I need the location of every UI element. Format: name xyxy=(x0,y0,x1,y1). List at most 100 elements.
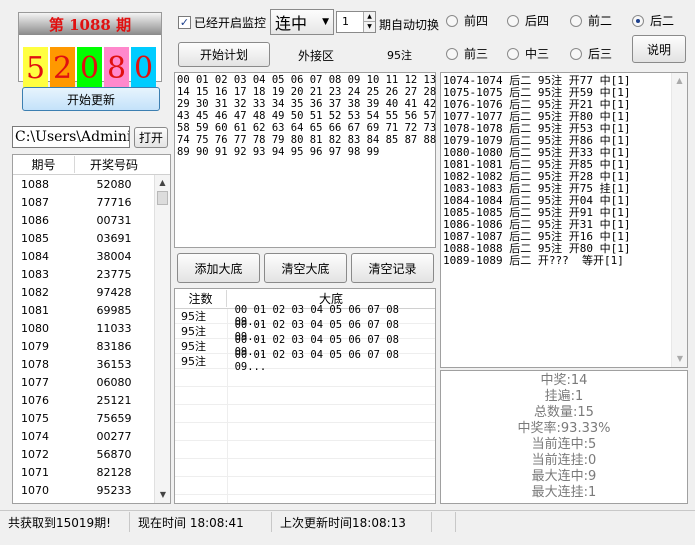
radio-option[interactable]: 后二 xyxy=(632,12,674,29)
monitor-label: 已经开启监控 xyxy=(194,16,267,30)
history-row[interactable]: 1086 00731 xyxy=(13,211,170,229)
status-last-update: 上次更新时间18:08:13 xyxy=(272,512,432,532)
numbers-line: 89 90 91 92 93 94 95 96 97 98 99 xyxy=(177,146,380,158)
base-rows: 95注 00 01 02 03 04 05 06 07 08 09... 95注 00… xyxy=(175,304,435,503)
history-row[interactable]: 1085 03691 xyxy=(13,229,170,247)
radio-unchecked-icon[interactable] xyxy=(507,14,519,27)
history-row[interactable]: 1082 97428 xyxy=(13,283,170,301)
history-row[interactable]: 1078 36153 xyxy=(13,355,170,373)
history-row[interactable]: 1088 52080 xyxy=(13,175,170,193)
radio-option[interactable]: 中三 xyxy=(507,45,549,62)
radio-unchecked-icon[interactable] xyxy=(570,14,582,27)
issue-banner-panel: 第 1088 期 52080 xyxy=(18,12,162,89)
history-row[interactable]: 1081 69985 xyxy=(13,301,170,319)
history-row[interactable]: 1079 83186 xyxy=(13,337,170,355)
history-issue: 1088 xyxy=(21,177,49,191)
log-scrollbar[interactable]: ▲ ▼ xyxy=(671,73,687,367)
outer-label: 外接区 xyxy=(298,49,335,63)
history-issue: 1083 xyxy=(21,267,49,281)
history-row[interactable]: 1087 77716 xyxy=(13,193,170,211)
clear-base-button[interactable]: 清空大底 xyxy=(264,253,347,283)
mode-select[interactable]: 连中 ▼ xyxy=(270,9,334,35)
log-scroll-up-icon[interactable]: ▲ xyxy=(672,73,687,89)
base-row[interactable]: 95注 00 01 02 03 04 05 06 07 08 09... xyxy=(175,349,435,373)
history-row[interactable]: 1070 95233 xyxy=(13,481,170,499)
log-textarea[interactable]: 1074-1074 后二 95注 开77 中[1] 1075-1075 后二 95… xyxy=(440,72,688,368)
clear-records-button[interactable]: 清空记录 xyxy=(351,253,434,283)
history-number: 03691 xyxy=(96,231,132,245)
digit-cell: 5 xyxy=(23,47,48,89)
history-row[interactable]: 1080 11033 xyxy=(13,319,170,337)
history-row[interactable]: 1083 23775 xyxy=(13,265,170,283)
history-issue: 1075 xyxy=(21,411,49,425)
history-row[interactable]: 1076 25121 xyxy=(13,391,170,409)
history-row[interactable]: 1074 00277 xyxy=(13,427,170,445)
period-spinner[interactable]: 1 ▲ ▼ xyxy=(336,11,376,33)
radio-unchecked-icon[interactable] xyxy=(446,47,458,60)
radio-label: 前三 xyxy=(464,47,489,61)
log-scroll-down-icon[interactable]: ▼ xyxy=(672,351,687,367)
spin-down-icon[interactable]: ▼ xyxy=(363,22,375,32)
spinner-value: 1 xyxy=(342,15,349,28)
base-count: 95注 xyxy=(181,340,206,353)
monitor-checkbox[interactable]: ✓ 已经开启监控 xyxy=(178,14,266,31)
history-number: 83186 xyxy=(96,339,132,353)
history-issue: 1087 xyxy=(21,195,49,209)
history-issue: 1070 xyxy=(21,483,49,497)
base-grid[interactable]: 注数 大底 95注 00 01 02 03 04 05 06 07 08 09..… xyxy=(174,288,436,504)
checkbox-icon[interactable]: ✓ xyxy=(178,16,191,29)
history-row[interactable]: 1071 82128 xyxy=(13,463,170,481)
status-now: 现在时间 18:08:41 xyxy=(130,512,272,532)
history-header: 期号 开奖号码 xyxy=(13,155,170,175)
history-row[interactable]: 1077 06080 xyxy=(13,373,170,391)
history-row[interactable]: 1072 56870 xyxy=(13,445,170,463)
base-row-empty xyxy=(175,477,435,495)
history-number: 06080 xyxy=(96,375,132,389)
scroll-down-icon[interactable]: ▼ xyxy=(155,487,170,503)
help-button[interactable]: 说明 xyxy=(632,35,686,63)
radio-option[interactable]: 前二 xyxy=(570,12,612,29)
numbers-lines: 00 01 02 03 04 05 06 07 08 09 10 11 12 1… xyxy=(177,74,437,158)
base-row-empty xyxy=(175,441,435,459)
radio-label: 后三 xyxy=(588,47,613,61)
log-lines: 1074-1074 后二 95注 开77 中[1] 1075-1075 后二 95… xyxy=(443,75,685,267)
history-number: 25121 xyxy=(96,393,132,407)
open-button[interactable]: 打开 xyxy=(134,127,168,148)
spin-up-icon[interactable]: ▲ xyxy=(363,12,375,22)
history-list[interactable]: 期号 开奖号码 1088 52080 1087 77716 1086 00731 1085 0… xyxy=(12,154,171,504)
history-row[interactable]: 1075 75659 xyxy=(13,409,170,427)
stat-line: 挂遍:1 xyxy=(544,389,584,404)
history-number: 97428 xyxy=(96,285,132,299)
history-row[interactable]: 106956714 xyxy=(13,499,170,504)
radio-unchecked-icon[interactable] xyxy=(446,14,458,27)
radio-option[interactable]: 前三 xyxy=(446,45,488,62)
path-input[interactable]: C:\Users\Administrator xyxy=(12,126,130,148)
stat-line: 中奖率:93.33% xyxy=(517,421,611,436)
stat-line: 最大连中:9 xyxy=(531,469,597,484)
digit-cell: 2 xyxy=(50,47,75,89)
scroll-thumb[interactable] xyxy=(157,191,168,205)
radio-unchecked-icon[interactable] xyxy=(507,47,519,60)
radio-unchecked-icon[interactable] xyxy=(570,47,582,60)
history-scrollbar[interactable]: ▲ ▼ xyxy=(154,175,170,503)
radio-option[interactable]: 后四 xyxy=(507,12,549,29)
status-empty xyxy=(432,512,456,532)
history-issue: 1084 xyxy=(21,249,49,263)
history-issue: 1081 xyxy=(21,303,49,317)
digit-cell: 0 xyxy=(131,47,156,89)
start-update-button[interactable]: 开始更新 xyxy=(22,87,160,111)
base-row-empty xyxy=(175,387,435,405)
scroll-up-icon[interactable]: ▲ xyxy=(155,175,170,191)
history-issue: 1086 xyxy=(21,213,49,227)
add-base-button[interactable]: 添加大底 xyxy=(177,253,260,283)
start-plan-button[interactable]: 开始计划 xyxy=(178,42,270,67)
history-row[interactable]: 1084 38004 xyxy=(13,247,170,265)
radio-option[interactable]: 后三 xyxy=(570,45,612,62)
numbers-line: 29 30 31 32 33 34 35 36 37 38 39 40 41 4… xyxy=(177,98,437,110)
numbers-line: 00 01 02 03 04 05 06 07 08 09 10 11 12 1… xyxy=(177,74,437,86)
radio-checked-icon[interactable] xyxy=(632,14,644,27)
history-issue: 1072 xyxy=(21,447,49,461)
base-numbers: 00 01 02 03 04 05 06 07 08 09... xyxy=(234,349,399,373)
radio-option[interactable]: 前四 xyxy=(446,12,488,29)
numbers-textarea[interactable]: 00 01 02 03 04 05 06 07 08 09 10 11 12 1… xyxy=(174,72,436,248)
